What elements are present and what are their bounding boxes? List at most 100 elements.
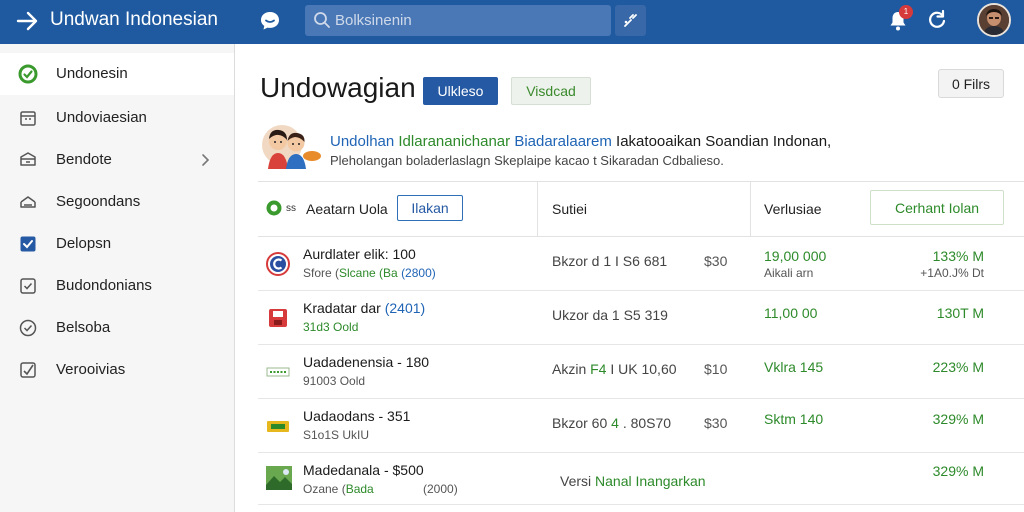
row-code-part: . 80S70 — [622, 415, 672, 431]
row-subtitle-part: 31d3 Oold — [303, 320, 359, 334]
row-subtitle: 91003 Oold — [303, 374, 366, 388]
column-divider — [537, 181, 538, 236]
notification-badge: 1 — [899, 5, 913, 19]
banner-headline-part: Biadaralaarem — [514, 133, 612, 150]
row-value: Vklra 145 — [764, 359, 824, 375]
row-subtitle: Sfore (Slcane (Ba (2800) — [303, 266, 436, 280]
check-circle-icon — [18, 64, 38, 84]
chat-icon[interactable] — [258, 9, 282, 33]
check-circle-outline-icon — [19, 319, 37, 337]
row-subtitle-part: (2800) — [401, 266, 436, 280]
sidebar-item-label: Undoviaesian — [56, 109, 147, 126]
row-name: Kradatar dar (2401) — [303, 300, 425, 316]
row-code-part: F4 — [590, 361, 607, 377]
row-price: $10 — [704, 361, 728, 377]
banner-headline: Undolhan Idlarananichanar Biadaralaarem … — [330, 133, 831, 150]
sidebar-item-undoviaesian[interactable]: Undoviaesian — [0, 97, 234, 139]
column-header-name[interactable]: Aeatarn Uola — [306, 201, 388, 217]
row-value-note: Aikali arn — [764, 266, 814, 280]
search-input[interactable] — [335, 9, 605, 31]
row-code: Bkzor d 1 I S6 681 — [552, 253, 668, 269]
checkbox-icon — [20, 278, 36, 294]
column-filter-button[interactable]: Ilakan — [397, 195, 463, 221]
tools-button[interactable] — [615, 5, 646, 36]
search-icon — [314, 12, 330, 28]
row-value: Sktm 140 — [764, 411, 824, 427]
sidebar-item-verooivias[interactable]: Verooivias — [0, 349, 234, 391]
c-logo-icon — [266, 252, 290, 276]
sidebar-item-bendote[interactable]: Bendote — [0, 139, 234, 181]
row-subtitle-part: Sfore ( — [303, 266, 340, 280]
banner-headline-part: Undolhan — [330, 133, 395, 150]
row-code-part: I UK 10,60 — [610, 361, 677, 377]
row-percent: 133% M — [932, 248, 984, 264]
row-name: Madedanala - $500 — [303, 462, 424, 478]
page-title: Undowagian — [260, 72, 416, 103]
sidebar-item-undonesin[interactable]: Undonesin — [0, 53, 234, 95]
top-bar: Undwan Indonesian 1 — [0, 0, 1024, 44]
row-price: $30 — [704, 253, 728, 269]
sidebar-item-label: Verooivias — [56, 361, 126, 378]
sidebar-item-label: Segoondans — [56, 193, 141, 210]
filters-button[interactable]: 0 Filrs — [938, 69, 1004, 98]
sidebar-item-label: Belsoba — [56, 319, 111, 336]
row-code: Ukzor da 1 S5 319 — [552, 307, 668, 323]
row-code-part: Bkzor 60 — [552, 415, 608, 431]
row-note: Versi Nanal Inangarkan — [560, 473, 706, 489]
row-name-part: (2401) — [384, 300, 426, 316]
table-row[interactable]: Kradatar dar (2401) 31d3 Oold Ukzor da 1… — [258, 291, 1024, 345]
row-subtitle: 31d3 Oold — [303, 320, 358, 334]
column-header-status[interactable]: Sutiei — [552, 201, 587, 217]
row-code: Bkzor 60 4 . 80S70 — [552, 415, 671, 431]
app-title: Undwan Indonesian — [50, 9, 218, 30]
photo-icon — [266, 466, 292, 490]
column-header-version[interactable]: Verlusiae — [764, 201, 822, 217]
sidebar-item-label: Budondonians — [56, 277, 152, 294]
table-row[interactable]: Uadaodans - 351 S1o1S UkIU Bkzor 60 4 . … — [258, 399, 1024, 453]
table-top-divider — [258, 181, 1024, 182]
row-value: 11,00 00 — [764, 305, 818, 321]
leaf-label-icon — [266, 367, 290, 377]
sidebar-item-belsoba[interactable]: Belsoba — [0, 307, 234, 349]
row-subtitle: Ozane (Bada — [303, 482, 374, 496]
table-row[interactable]: Aurdlater elik: 100 Sfore (Slcane (Ba (2… — [258, 237, 1024, 291]
sidebar-item-label: Delopsn — [56, 235, 112, 252]
sidebar-item-label: Bendote — [56, 151, 112, 168]
user-avatar[interactable] — [977, 3, 1011, 37]
change-column-button[interactable]: Cerhant Iolan — [870, 190, 1004, 225]
sidebar-item-delopsn[interactable]: Delopsn — [0, 223, 234, 265]
select-all-label: ss — [286, 203, 296, 214]
row-note-part: Nanal Inangarkan — [595, 473, 706, 489]
row-value: 19,00 000 — [764, 248, 827, 264]
layers-icon — [20, 196, 36, 208]
primary-action-button[interactable]: Ulkleso — [423, 77, 498, 105]
checkbox-check-icon — [20, 362, 36, 378]
row-percent-note: +1A0.J% Dt — [920, 266, 984, 280]
table-row[interactable]: Uadadenensia - 180 91003 Oold Akzin F4 I… — [258, 345, 1024, 399]
row-percent: 223% M — [932, 359, 984, 375]
refresh-icon[interactable] — [925, 8, 949, 32]
row-subtitle-part: Ozane ( — [303, 482, 346, 496]
table-row[interactable]: Madedanala - $500 Ozane (Bada (2000) Ver… — [258, 453, 1024, 505]
search-box[interactable] — [305, 5, 611, 36]
banner-headline-part: Idlarananichanar — [398, 133, 511, 150]
checkbox-checked-icon — [20, 236, 36, 252]
avatar-photo-icon — [979, 5, 1009, 35]
banner-headline-part: Iakatooaikan Soandian Indonan, — [616, 133, 832, 150]
sidebar: Undonesin Undoviaesian Bendote Segoondan… — [0, 44, 235, 512]
row-percent: 130T M — [936, 305, 984, 321]
sidebar-item-segoondans[interactable]: Segoondans — [0, 181, 234, 223]
box-icon — [20, 152, 36, 166]
chevron-right-icon — [202, 154, 210, 166]
kids-illustration-icon — [262, 125, 321, 169]
row-name: Aurdlater elik: 100 — [303, 246, 416, 262]
sidebar-item-budondonians[interactable]: Budondonians — [0, 265, 234, 307]
back-arrow-icon[interactable] — [14, 8, 40, 34]
select-all-icon[interactable] — [265, 199, 283, 217]
row-code: Akzin F4 I UK 10,60 — [552, 361, 677, 377]
wrench-icon — [624, 14, 637, 27]
red-save-icon — [269, 309, 287, 327]
banner-subtext: Pleholangan boladerlaslagn Skeplaipe kac… — [330, 153, 724, 168]
row-subtitle-extra: (2000) — [423, 482, 458, 496]
secondary-action-button[interactable]: Visdcad — [511, 77, 591, 105]
